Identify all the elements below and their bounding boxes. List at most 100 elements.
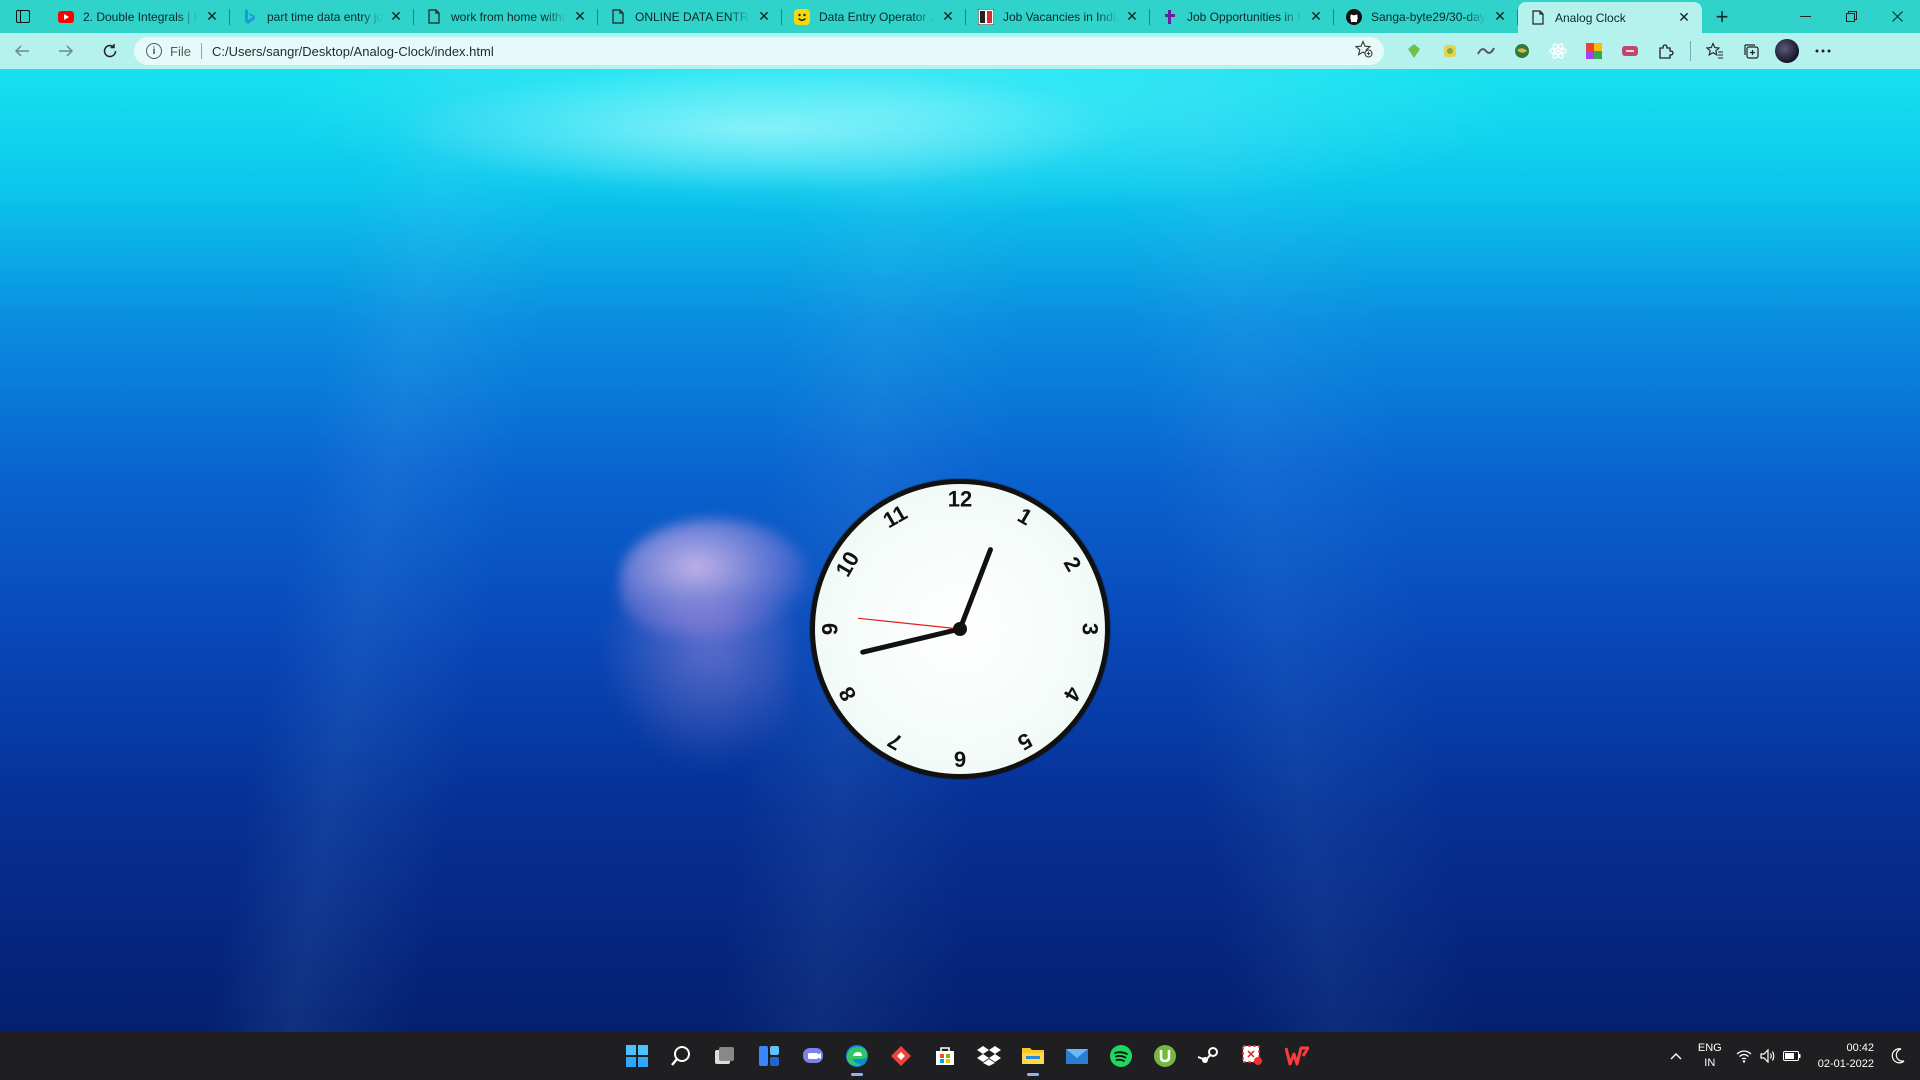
utorrent-icon[interactable] bbox=[1143, 1034, 1187, 1078]
profile-avatar[interactable] bbox=[1769, 33, 1805, 69]
close-tab-icon[interactable]: ✕ bbox=[204, 8, 220, 25]
scheme-label: File bbox=[170, 43, 191, 59]
snipping-tool-icon[interactable] bbox=[1231, 1034, 1275, 1078]
tab-title: 2. Double Integrals | P bbox=[83, 9, 198, 24]
taskbar-date: 02-01-2022 bbox=[1817, 1058, 1874, 1070]
tab-part-time-data-entry[interactable]: part time data entry jo ✕ bbox=[230, 0, 414, 33]
close-window-button[interactable] bbox=[1874, 0, 1920, 33]
close-tab-icon[interactable]: ✕ bbox=[1308, 8, 1324, 25]
info-icon[interactable]: i bbox=[146, 43, 162, 59]
tab-title: part time data entry jo bbox=[267, 9, 382, 24]
refresh-button[interactable] bbox=[88, 33, 132, 69]
language-indicator[interactable]: ENG IN bbox=[1698, 1041, 1722, 1071]
minimize-button[interactable] bbox=[1782, 0, 1828, 33]
wifi-icon[interactable] bbox=[1732, 1049, 1756, 1063]
github-icon bbox=[1346, 8, 1362, 25]
address-bar[interactable]: i File C:/Users/sangr/Desktop/Analog-Clo… bbox=[134, 37, 1384, 65]
tab-analog-clock[interactable]: Analog Clock ✕ bbox=[1518, 2, 1702, 33]
tab-data-entry-operator[interactable]: Data Entry Operator Jo ✕ bbox=[782, 0, 966, 33]
file-explorer-icon[interactable] bbox=[1011, 1034, 1055, 1078]
clock-center-pin bbox=[953, 622, 967, 636]
apna-icon bbox=[1162, 9, 1178, 25]
tab-title: Analog Clock bbox=[1555, 10, 1626, 25]
extension-wave-icon[interactable] bbox=[1468, 33, 1504, 69]
tab-github-repo[interactable]: Sanga-byte29/30-day ✕ bbox=[1334, 0, 1518, 33]
close-tab-icon[interactable]: ✕ bbox=[388, 8, 404, 25]
restore-icon bbox=[1845, 11, 1857, 22]
tab-work-from-home[interactable]: work from home witho ✕ bbox=[414, 0, 598, 33]
extensions-puzzle-icon[interactable] bbox=[1648, 33, 1684, 69]
clock-number-10: 10 bbox=[830, 547, 864, 581]
tab-job-vacancies[interactable]: Job Vacancies in India ✕ bbox=[966, 0, 1150, 33]
extension-green-leaf-icon[interactable] bbox=[1396, 33, 1432, 69]
back-button[interactable] bbox=[0, 33, 44, 69]
tab-double-integrals[interactable]: 2. Double Integrals | P ✕ bbox=[46, 0, 230, 33]
forward-button[interactable] bbox=[44, 33, 88, 69]
store-icon[interactable] bbox=[923, 1034, 967, 1078]
battery-icon[interactable] bbox=[1780, 1051, 1804, 1061]
forward-arrow-icon bbox=[59, 45, 74, 57]
teams-chat-icon[interactable] bbox=[791, 1034, 835, 1078]
back-arrow-icon bbox=[14, 45, 29, 57]
search-icon[interactable] bbox=[659, 1034, 703, 1078]
taskbar-time: 00:42 bbox=[1846, 1042, 1874, 1054]
new-tab-button[interactable]: + bbox=[1702, 0, 1742, 33]
close-tab-icon[interactable]: ✕ bbox=[756, 8, 772, 25]
close-tab-icon[interactable]: ✕ bbox=[572, 8, 588, 25]
tab-title: work from home witho bbox=[451, 9, 566, 24]
close-tab-icon[interactable]: ✕ bbox=[1124, 8, 1140, 25]
tab-actions-button[interactable] bbox=[0, 0, 46, 33]
close-tab-icon[interactable]: ✕ bbox=[1676, 9, 1692, 26]
volume-icon[interactable] bbox=[1756, 1049, 1780, 1063]
page-icon bbox=[426, 9, 442, 25]
taskbar: ENG IN 00:42 02-01-2022 bbox=[0, 1032, 1920, 1080]
extensions-bar bbox=[1396, 33, 1841, 69]
settings-more-icon[interactable] bbox=[1805, 33, 1841, 69]
bing-icon bbox=[242, 8, 258, 25]
clock-number-1: 1 bbox=[1013, 503, 1036, 531]
tab-actions-icon bbox=[16, 10, 30, 23]
add-favorite-icon[interactable] bbox=[1354, 39, 1374, 63]
tab-online-data-entry[interactable]: ONLINE DATA ENTRY ✕ bbox=[598, 0, 782, 33]
clock-number-9: 9 bbox=[818, 623, 843, 635]
windows-start-icon[interactable] bbox=[615, 1034, 659, 1078]
tab-list: 2. Double Integrals | P ✕ part time data… bbox=[46, 0, 1702, 33]
url-text[interactable]: C:/Users/sangr/Desktop/Analog-Clock/inde… bbox=[212, 44, 1354, 59]
language-region: IN bbox=[1704, 1057, 1716, 1069]
close-tab-icon[interactable]: ✕ bbox=[1492, 8, 1508, 25]
close-icon bbox=[1891, 11, 1903, 22]
analog-clock: 12 1 2 3 4 5 6 7 8 9 10 11 bbox=[810, 479, 1110, 779]
minimize-icon bbox=[1799, 16, 1811, 17]
notifications-moon-icon[interactable] bbox=[1886, 1048, 1910, 1064]
close-tab-icon[interactable]: ✕ bbox=[940, 8, 956, 25]
restore-button[interactable] bbox=[1828, 0, 1874, 33]
dropbox-icon[interactable] bbox=[967, 1034, 1011, 1078]
jellyfish-image bbox=[620, 519, 810, 639]
mail-icon[interactable] bbox=[1055, 1034, 1099, 1078]
spotify-icon[interactable] bbox=[1099, 1034, 1143, 1078]
favorites-icon[interactable] bbox=[1697, 33, 1733, 69]
window-controls bbox=[1782, 0, 1920, 33]
tab-job-opportunities[interactable]: Job Opportunities in In ✕ bbox=[1150, 0, 1334, 33]
extension-atom-icon[interactable] bbox=[1540, 33, 1576, 69]
browser-toolbar: i File C:/Users/sangr/Desktop/Analog-Clo… bbox=[0, 33, 1920, 69]
extension-yellow-icon[interactable] bbox=[1432, 33, 1468, 69]
tab-title: Sanga-byte29/30-day bbox=[1371, 9, 1486, 24]
task-view-icon[interactable] bbox=[703, 1034, 747, 1078]
tab-title: Job Opportunities in In bbox=[1187, 9, 1302, 24]
collections-icon[interactable] bbox=[1733, 33, 1769, 69]
extension-globe-icon[interactable] bbox=[1504, 33, 1540, 69]
steam-icon[interactable] bbox=[1187, 1034, 1231, 1078]
edge-icon[interactable] bbox=[835, 1034, 879, 1078]
widgets-icon[interactable] bbox=[747, 1034, 791, 1078]
wps-office-icon[interactable] bbox=[1275, 1034, 1319, 1078]
clock-number-12: 12 bbox=[948, 487, 972, 512]
anydesk-icon[interactable] bbox=[879, 1034, 923, 1078]
extension-vpn-icon[interactable] bbox=[1612, 33, 1648, 69]
clock-number-4: 4 bbox=[1058, 682, 1086, 706]
extension-colorful-grid-icon[interactable] bbox=[1576, 33, 1612, 69]
clock-number-8: 8 bbox=[834, 682, 862, 705]
taskbar-clock[interactable]: 00:42 02-01-2022 bbox=[1818, 1040, 1874, 1072]
chevron-up-icon[interactable] bbox=[1664, 1052, 1688, 1060]
taskbar-apps bbox=[615, 1032, 1319, 1080]
